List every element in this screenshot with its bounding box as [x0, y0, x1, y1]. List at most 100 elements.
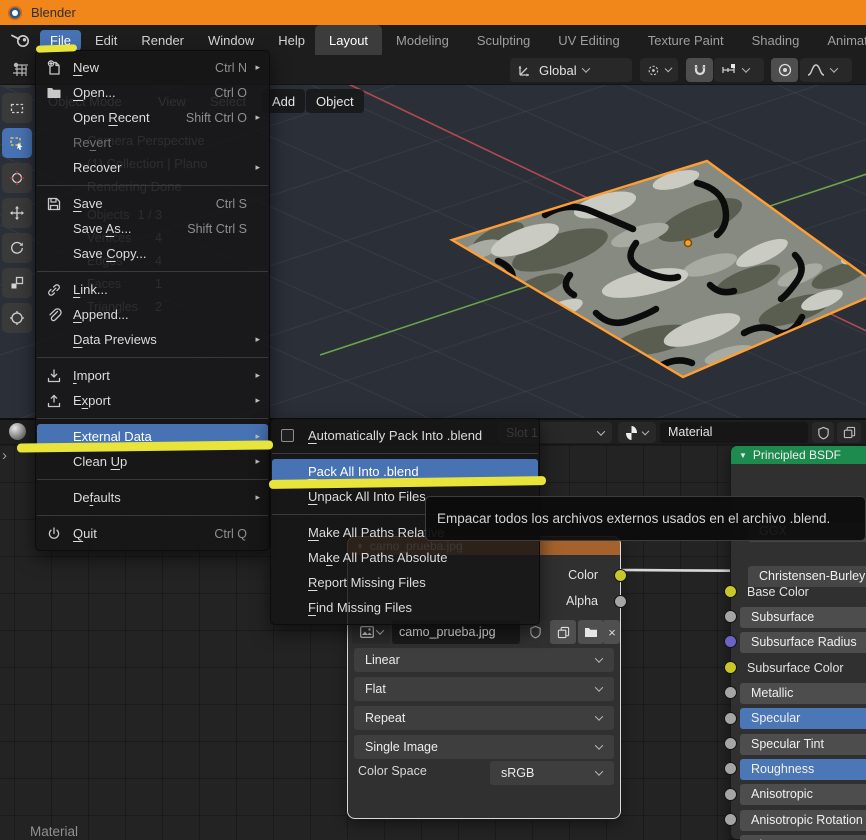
menubar-item-window[interactable]: Window [198, 30, 264, 51]
workspace-tab-modeling[interactable]: Modeling [382, 25, 463, 55]
workspace-tab-shading[interactable]: Shading [738, 25, 814, 55]
subsurface-slider[interactable]: Subsurface [740, 607, 866, 628]
menu-item-label: Save [73, 196, 103, 211]
editor-type-3d-icon[interactable] [10, 60, 30, 80]
anisotropic-rotation-input-socket[interactable] [724, 813, 737, 826]
roughness-input-socket[interactable] [724, 762, 737, 775]
alpha-output-socket[interactable] [614, 595, 627, 608]
blender-logo-icon[interactable] [10, 31, 32, 49]
workspace-tab-layout[interactable]: Layout [315, 25, 382, 55]
material-sphere-icon [626, 426, 637, 440]
cursor-tool-button[interactable] [2, 163, 32, 193]
specular-input-socket[interactable] [724, 712, 737, 725]
bsdf-node-header[interactable]: ▼ Principled BSDF [731, 446, 866, 464]
export-icon [46, 393, 73, 409]
external-data-item-make-all-paths-absolute[interactable]: Make All Paths Absolute [272, 545, 538, 570]
anisotropic-rotation-slider[interactable]: Anisotropic Rotation [740, 810, 866, 831]
proportional-editing-toggle[interactable] [771, 58, 798, 82]
file-menu-item-link[interactable]: Link... [37, 277, 268, 302]
scale-tool-button[interactable] [2, 268, 32, 298]
file-menu-item-quit[interactable]: QuitCtrl Q [37, 521, 268, 546]
menu-item-label: Data Previews [73, 332, 157, 347]
select-box-tool-button[interactable] [2, 93, 32, 123]
roughness-slider[interactable]: Roughness [740, 759, 866, 780]
image-new-copy-button[interactable] [550, 620, 576, 644]
file-menu-item-defaults[interactable]: Defaults▸ [37, 485, 268, 510]
specular-tint-slider[interactable]: Specular Tint [740, 734, 866, 755]
specular-tint-input-socket[interactable] [724, 737, 737, 750]
image-node-dropdown-linear[interactable]: Linear [354, 648, 614, 672]
file-menu-item-clean-up[interactable]: Clean Up▸ [37, 449, 268, 474]
external-data-item-find-missing-files[interactable]: Find Missing Files [272, 595, 538, 620]
file-menu-item-save[interactable]: SaveCtrl S [37, 191, 268, 216]
bsdf-row-subsurface-color: Subsurface Color [731, 655, 866, 680]
workspace-tab-uv-editing[interactable]: UV Editing [544, 25, 633, 55]
file-menu-item-open[interactable]: Open...Ctrl O [37, 80, 268, 105]
collapse-triangle-icon[interactable]: ▼ [739, 451, 747, 460]
image-open-button[interactable] [578, 620, 604, 644]
specular-slider[interactable]: Specular [740, 708, 866, 729]
falloff-dropdown[interactable] [800, 58, 852, 82]
workspace-tab-sculpting[interactable]: Sculpting [463, 25, 544, 55]
menu-item-label: Save Copy... [73, 246, 146, 261]
file-menu-item-save-copy[interactable]: Save Copy... [37, 241, 268, 266]
file-menu-item-save-as[interactable]: Save As...Shift Ctrl S [37, 216, 268, 241]
subsurface-color-input-socket[interactable] [724, 661, 737, 674]
file-menu-item-export[interactable]: Export▸ [37, 388, 268, 413]
image-node-dropdown-repeat[interactable]: Repeat [354, 706, 614, 730]
image-node-dropdown-flat[interactable]: Flat [354, 677, 614, 701]
object-origin-dot [685, 240, 692, 247]
transform-tool-button[interactable] [2, 303, 32, 333]
menubar-item-render[interactable]: Render [131, 30, 194, 51]
file-menu-item-open-recent[interactable]: Open RecentShift Ctrl O▸ [37, 105, 268, 130]
workspace-tab-animation[interactable]: Animation [813, 25, 866, 55]
checkbox-unchecked-icon[interactable] [281, 429, 294, 442]
metallic-slider[interactable]: Metallic [740, 683, 866, 704]
file-menu-item-append[interactable]: Append... [37, 302, 268, 327]
file-menu-item-import[interactable]: Import▸ [37, 363, 268, 388]
pivot-point-dropdown[interactable] [640, 58, 678, 82]
transform-orientation-dropdown[interactable]: Global [510, 58, 632, 82]
file-menu-item-revert[interactable]: Revert [37, 130, 268, 155]
image-unlink-button[interactable]: × [604, 620, 620, 644]
sidebar-expand-arrow[interactable]: › [2, 447, 7, 464]
anisotropic-input-socket[interactable] [724, 788, 737, 801]
file-menu-item-data-previews[interactable]: Data Previews▸ [37, 327, 268, 352]
menubar-item-help[interactable]: Help [268, 30, 315, 51]
external-data-item-automatically-pack-into-blend[interactable]: Automatically Pack Into .blend [272, 423, 538, 448]
subsurface-radius-input-socket[interactable] [724, 635, 737, 648]
external-data-item-report-missing-files[interactable]: Report Missing Files [272, 570, 538, 595]
tweak-tool-button[interactable] [2, 85, 32, 88]
menubar-item-edit[interactable]: Edit [85, 30, 127, 51]
new-material-button[interactable] [837, 422, 861, 443]
metallic-input-socket[interactable] [724, 686, 737, 699]
material-browse-dropdown[interactable] [618, 422, 656, 443]
subsurface-radius-slider[interactable]: Subsurface Radius [740, 632, 866, 653]
color-output-socket[interactable] [614, 569, 627, 582]
move-tool-button[interactable] [2, 198, 32, 228]
file-menu-item-new[interactable]: NewCtrl N▸ [37, 55, 268, 80]
color-space-dropdown[interactable]: sRGB [490, 761, 614, 785]
shader-ball-icon[interactable] [9, 423, 26, 440]
falloff-curve-icon [807, 63, 825, 77]
window-titlebar[interactable]: Blender [0, 0, 866, 25]
workspace-tab-texture-paint[interactable]: Texture Paint [634, 25, 738, 55]
file-menu-item-recover[interactable]: Recover▸ [37, 155, 268, 180]
anisotropic-slider[interactable]: Anisotropic [740, 784, 866, 805]
sheen-slider[interactable]: Sheen [740, 835, 866, 840]
fake-user-toggle[interactable] [812, 422, 834, 443]
select-box-active-tool-button[interactable] [2, 128, 32, 158]
viewport-object-menu[interactable]: Object [306, 89, 364, 113]
bsdf-row-subsurface: Subsurface [731, 604, 866, 629]
bsdf-row-subsurface-radius: Subsurface Radius [731, 630, 866, 655]
subsurface-input-socket[interactable] [724, 610, 737, 623]
image-node-dropdown-single-image[interactable]: Single Image [354, 735, 614, 759]
material-name-field[interactable]: Material [660, 422, 808, 443]
append-icon [46, 307, 73, 323]
base-color-input-socket[interactable] [724, 585, 737, 598]
menu-separator [37, 479, 268, 480]
snap-toggle-button[interactable] [686, 58, 713, 82]
rotate-tool-button[interactable] [2, 233, 32, 263]
snap-target-dropdown[interactable] [714, 58, 764, 82]
camo-plane-object[interactable] [452, 161, 866, 377]
